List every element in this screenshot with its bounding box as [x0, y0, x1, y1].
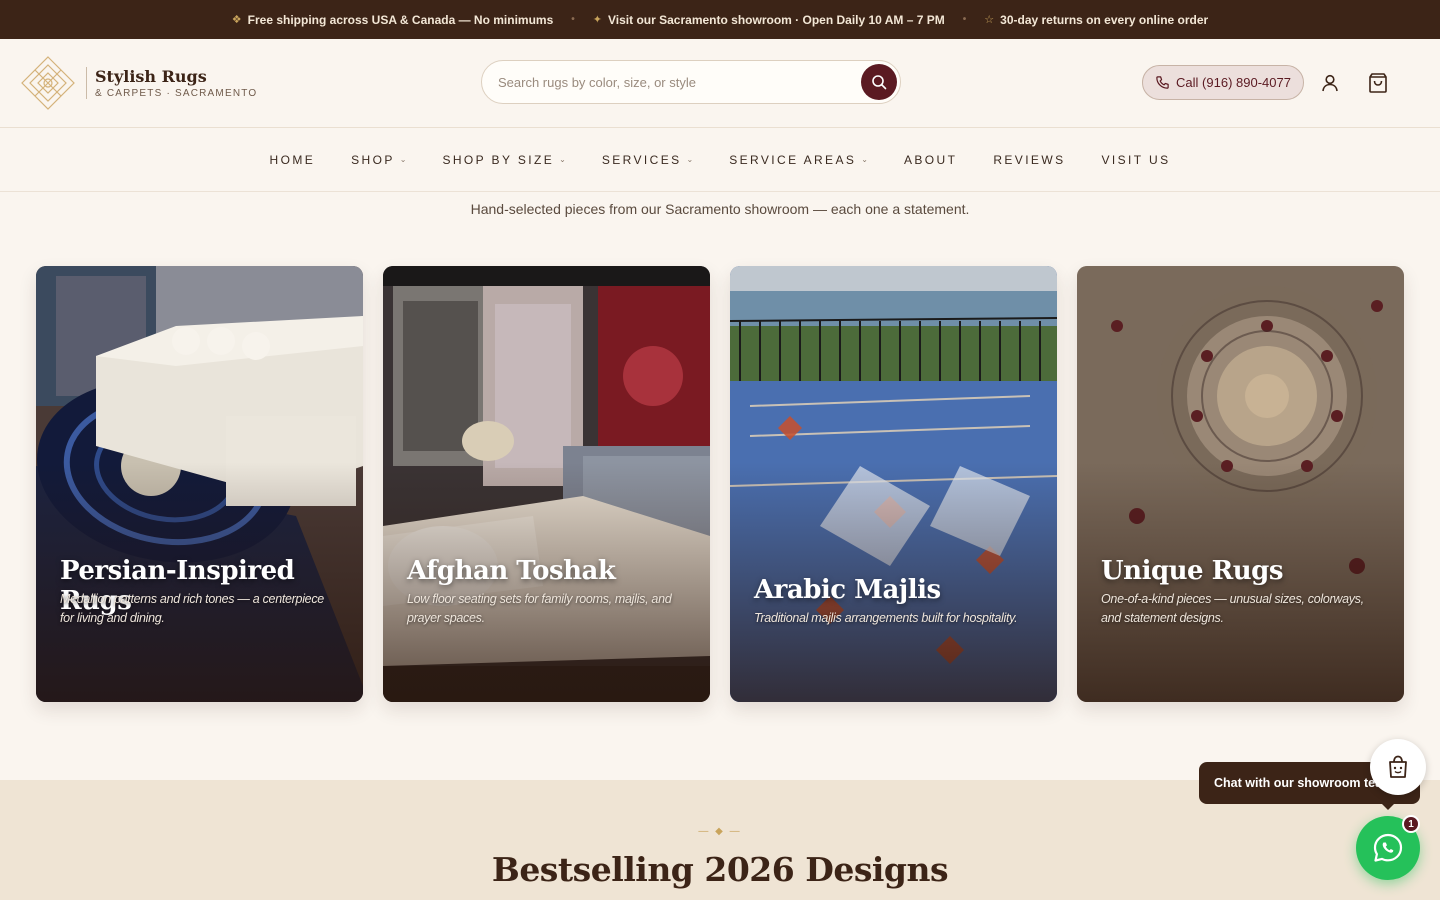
section-ornament: — ◆ — — [698, 826, 742, 837]
star-icon: ☆ — [984, 14, 995, 26]
chevron-down-icon: ⌄ — [686, 155, 694, 164]
site-header: Stylish Rugs & CARPETS · SACRAMENTO Call… — [0, 39, 1440, 128]
card-description: One-of-a-kind pieces — unusual sizes, co… — [1101, 592, 1364, 625]
shopping-assistant-button[interactable] — [1370, 739, 1426, 795]
nav-item-services[interactable]: SERVICES ⌄ — [602, 153, 693, 167]
announcement-text: Visit our Sacramento showroom · Open Dai… — [608, 12, 945, 27]
announcement-item: ❖ Free shipping across USA & Canada — No… — [232, 13, 554, 27]
logo[interactable]: Stylish Rugs & CARPETS · SACRAMENTO — [20, 55, 257, 111]
call-label: Call (916) 890-4077 — [1176, 75, 1291, 90]
card-title: Unique Rugs — [1101, 556, 1283, 586]
section-subtitle: Hand-selected pieces from our Sacramento… — [470, 201, 970, 217]
collection-card-persian[interactable]: Persian-Inspired Rugs Medallion patterns… — [36, 266, 363, 702]
sparkle-icon: ✦ — [592, 14, 602, 26]
notification-badge: 1 — [1402, 815, 1420, 833]
collection-cards: Persian-Inspired Rugs Medallion patterns… — [36, 266, 1404, 702]
logo-tagline: & CARPETS · SACRAMENTO — [95, 88, 258, 99]
announcement-bar: ❖ Free shipping across USA & Canada — No… — [0, 0, 1440, 39]
nav-item-service-areas[interactable]: SERVICE AREAS ⌄ — [729, 153, 868, 167]
collection-card-unique-rugs[interactable]: Unique Rugs One-of-a-kind pieces — unusu… — [1077, 266, 1404, 702]
nav-item-reviews[interactable]: REVIEWS — [993, 153, 1065, 167]
separator-dot: • — [962, 14, 967, 25]
nav-item-shop[interactable]: SHOP ⌄ — [351, 153, 406, 167]
cart-button[interactable] — [1366, 71, 1390, 95]
card-title: Arabic Majlis — [754, 575, 941, 605]
search-bar — [481, 60, 901, 104]
shopping-bag-icon — [1389, 755, 1407, 778]
user-icon — [1322, 74, 1338, 92]
nav-item-home[interactable]: HOME — [270, 153, 316, 167]
announcement-item: ✦ Visit our Sacramento showroom · Open D… — [593, 13, 945, 27]
section-title: Bestselling 2026 Designs — [491, 850, 949, 889]
announcement-text: 30-day returns on every online order — [1000, 12, 1209, 27]
chat-prompt-label: Chat with our showroom team — [1214, 776, 1394, 790]
chevron-down-icon: ⌄ — [861, 155, 868, 164]
search-input[interactable] — [498, 74, 861, 90]
announcement-item: ☆ 30-day returns on every online order — [984, 13, 1208, 27]
phone-icon — [1156, 76, 1169, 89]
nav-item-visit-us[interactable]: VISIT US — [1101, 153, 1170, 167]
chevron-down-icon: ⌄ — [559, 155, 566, 164]
diamond-icon: ❖ — [231, 14, 242, 26]
nav-item-shop-by-size[interactable]: SHOP BY SIZE ⌄ — [442, 153, 565, 167]
main-nav: HOME SHOP ⌄ SHOP BY SIZE ⌄ SERVICES ⌄ SERVI… — [0, 128, 1440, 192]
card-description: Traditional majlis arrangements built fo… — [754, 611, 1018, 625]
chevron-down-icon: ⌄ — [399, 155, 407, 164]
card-description: Medallion patterns and rich tones — a ce… — [60, 592, 324, 625]
logo-text: Stylish Rugs & CARPETS · SACRAMENTO — [86, 67, 257, 99]
card-title: Afghan Toshak — [407, 556, 616, 586]
account-button[interactable] — [1318, 71, 1342, 95]
announcement-text: Free shipping across USA & Canada — No m… — [247, 12, 554, 27]
separator-dot: • — [571, 14, 575, 25]
shopping-bag-icon — [1369, 73, 1387, 93]
logo-name: Stylish Rugs — [95, 67, 207, 86]
call-button[interactable]: Call (916) 890-4077 — [1142, 65, 1304, 100]
search-button[interactable] — [861, 64, 897, 100]
whatsapp-icon — [1373, 833, 1403, 862]
logo-mark-icon — [21, 56, 75, 110]
collection-card-arabic-majlis[interactable]: Arabic Majlis Traditional majlis arrange… — [730, 266, 1057, 702]
search-icon — [872, 75, 887, 90]
collection-card-afghan-toshak[interactable]: Afghan Toshak Low floor seating sets for… — [383, 266, 710, 702]
card-description: Low floor seating sets for family rooms,… — [407, 592, 672, 625]
nav-item-about[interactable]: ABOUT — [904, 153, 957, 167]
